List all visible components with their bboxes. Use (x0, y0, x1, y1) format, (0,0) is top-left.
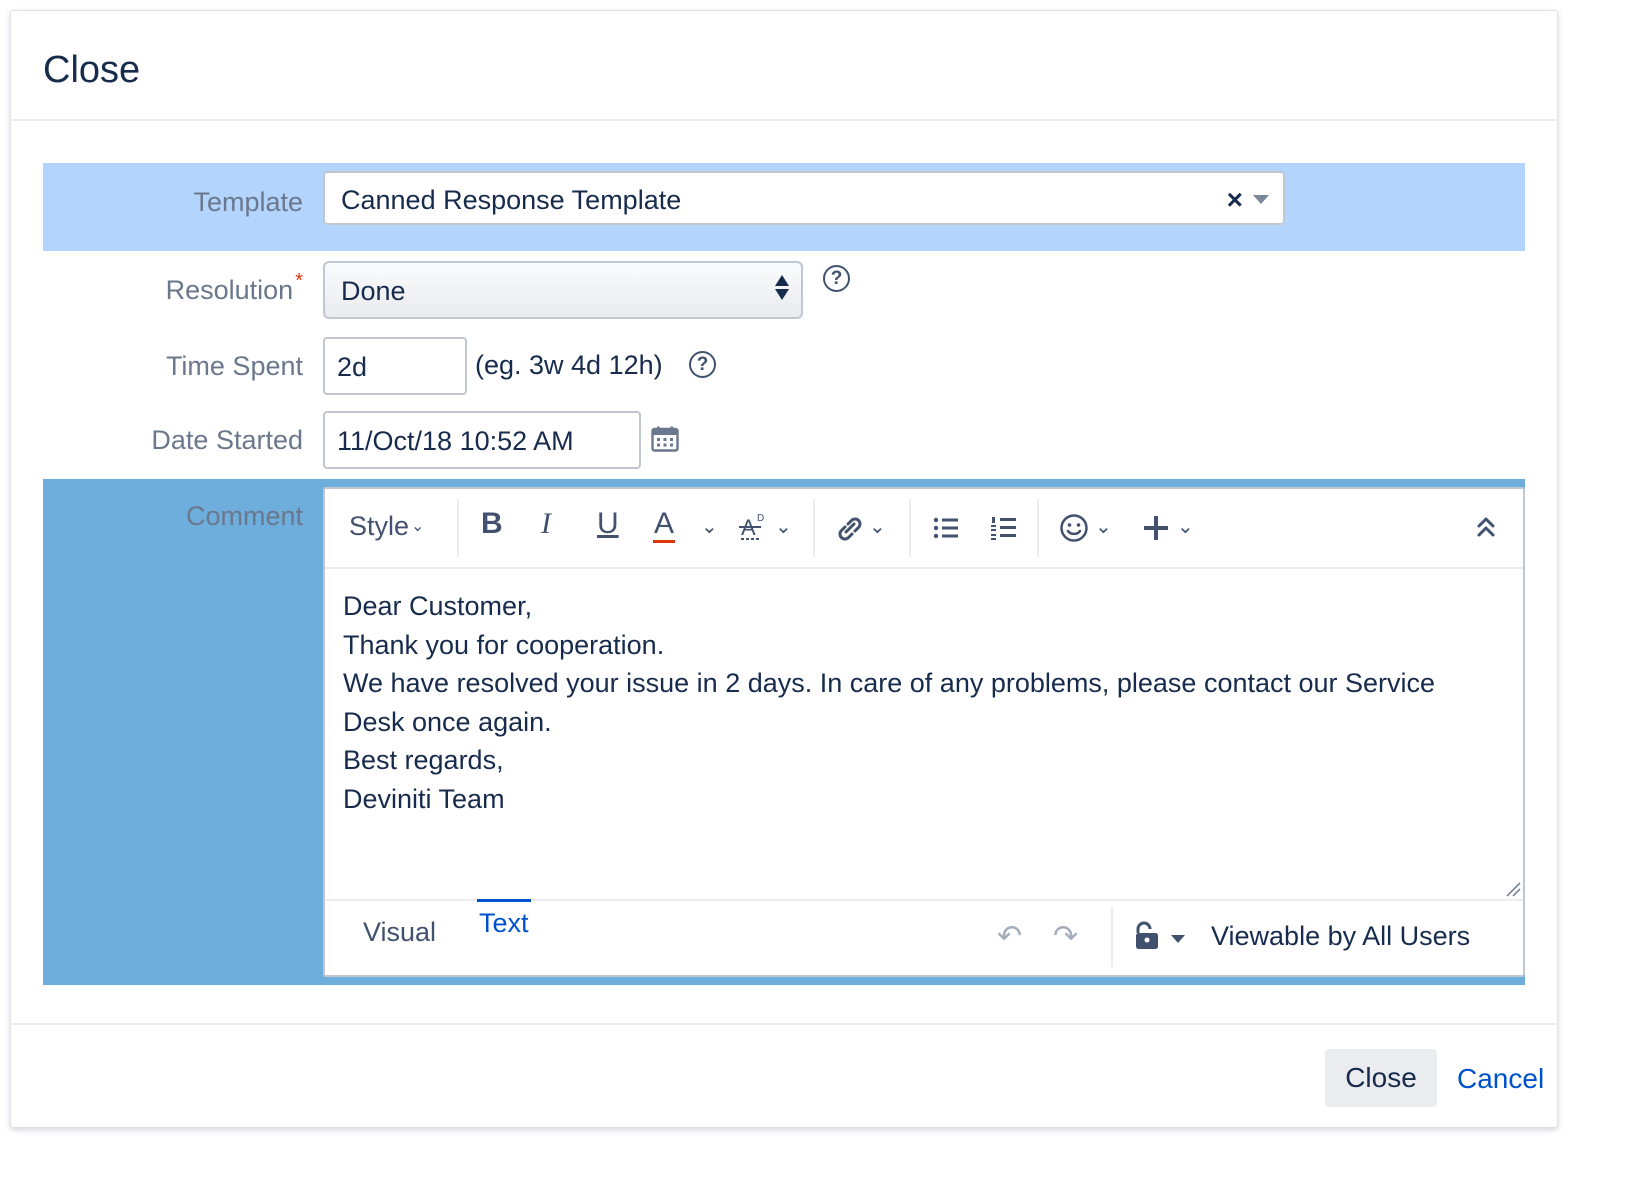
resolution-select[interactable]: Done (323, 261, 803, 319)
editor-toolbar: Style ⌄ B I U A ⌄ A D ⌄ ⌄ ⌄ ⌄ (325, 489, 1523, 569)
comment-label: Comment (185, 501, 303, 531)
date-started-row: Date Started 11/Oct/18 10:52 AM (43, 411, 1525, 471)
template-label: Template (193, 187, 303, 217)
comment-textarea[interactable]: Dear Customer, Thank you for cooperation… (343, 587, 1503, 818)
time-spent-hint: (eg. 3w 4d 12h) (475, 350, 663, 380)
text-color-button[interactable]: A (653, 507, 676, 543)
close-dialog: Close Template Canned Response Template … (10, 10, 1558, 1128)
link-icon[interactable] (835, 515, 865, 543)
emoji-icon[interactable] (1059, 513, 1089, 543)
visibility-label[interactable]: Viewable by All Users (1211, 921, 1470, 952)
comment-editor: Style ⌄ B I U A ⌄ A D ⌄ ⌄ ⌄ ⌄ Dear Custo… (323, 487, 1525, 977)
template-row: Template Canned Response Template × (43, 163, 1525, 251)
time-spent-label: Time Spent (165, 351, 303, 381)
comment-line: Best regards, (343, 745, 504, 775)
date-started-label: Date Started (151, 425, 303, 455)
chevron-down-icon: ⌄ (869, 516, 886, 538)
toolbar-separator (813, 499, 815, 557)
comment-line: Thank you for cooperation. (343, 629, 665, 660)
calendar-icon[interactable] (651, 426, 679, 452)
collapse-toolbar-icon[interactable] (1475, 515, 1497, 539)
dialog-title: Close (43, 49, 141, 91)
comment-line: We have resolved your issue in 2 days. I… (343, 668, 1436, 698)
italic-button[interactable]: I (541, 507, 551, 541)
select-stepper-icon (775, 275, 791, 300)
tab-visual[interactable]: Visual (363, 911, 436, 948)
bullet-list-icon[interactable] (933, 517, 959, 539)
toolbar-separator (457, 499, 459, 557)
chevron-down-icon: ⌄ (1095, 516, 1112, 538)
undo-icon[interactable]: ↶ (997, 919, 1022, 954)
svg-text:D: D (757, 513, 764, 524)
text-color-icon: A (653, 507, 676, 543)
footer-separator (1111, 907, 1113, 967)
resize-handle-icon[interactable] (1505, 881, 1521, 897)
close-button[interactable]: Close (1325, 1049, 1437, 1107)
time-spent-help-icon[interactable]: ? (689, 351, 716, 378)
time-spent-row: Time Spent 2d (eg. 3w 4d 12h) ? (43, 337, 1525, 397)
dialog-header: Close (11, 11, 1557, 121)
comment-line: Dear Customer, (343, 591, 533, 621)
toolbar-separator (1037, 499, 1039, 557)
unlock-icon[interactable] (1133, 921, 1161, 951)
editor-footer: Visual Text ↶ ↷ Viewable by All Users (325, 899, 1523, 977)
resolution-row: Resolution * Done ? (43, 261, 1525, 323)
chevron-down-icon: ⌄ (701, 516, 718, 538)
emoji-dropdown[interactable]: ⌄ (1093, 511, 1112, 545)
dropdown-arrow-icon[interactable] (1253, 195, 1269, 204)
comment-line: Desk once again. (343, 706, 552, 737)
plus-icon[interactable] (1143, 515, 1169, 541)
redo-icon[interactable]: ↷ (1053, 919, 1078, 954)
dialog-footer: Close Cancel (11, 1023, 1557, 1127)
more-formatting-dropdown[interactable]: ⌄ (773, 511, 792, 545)
chevron-down-icon: ⌄ (1177, 516, 1194, 538)
clear-icon[interactable]: × (1227, 184, 1243, 216)
style-dropdown[interactable]: Style ⌄ (349, 511, 424, 542)
resolution-label-text: Resolution (165, 275, 294, 305)
chevron-down-icon: ⌄ (775, 516, 792, 538)
toolbar-separator (909, 499, 911, 557)
underline-button[interactable]: U (597, 507, 619, 541)
style-label: Style (349, 511, 410, 541)
insert-more-dropdown[interactable]: ⌄ (1175, 511, 1194, 545)
template-select-value: Canned Response Template (341, 185, 682, 215)
template-select[interactable]: Canned Response Template × (323, 171, 1285, 225)
time-spent-input[interactable]: 2d (323, 337, 467, 395)
visibility-dropdown-icon[interactable] (1171, 935, 1185, 943)
tab-text[interactable]: Text (477, 899, 531, 939)
date-started-input[interactable]: 11/Oct/18 10:52 AM (323, 411, 641, 469)
bold-button[interactable]: B (481, 507, 503, 541)
cancel-link[interactable]: Cancel (1457, 1063, 1544, 1095)
more-formatting-icon[interactable]: A D (739, 511, 773, 541)
required-marker: * (295, 270, 303, 292)
resolution-help-icon[interactable]: ? (823, 265, 850, 292)
resolution-label: Resolution * (165, 270, 303, 306)
link-dropdown[interactable]: ⌄ (867, 511, 886, 545)
resolution-select-value: Done (341, 276, 406, 306)
comment-line: Deviniti Team (343, 783, 505, 814)
comment-row: Comment Style ⌄ B I U A ⌄ A D ⌄ ⌄ ⌄ ⌄ De… (43, 479, 1525, 985)
numbered-list-icon[interactable] (991, 515, 1017, 541)
text-color-dropdown[interactable]: ⌄ (699, 511, 718, 545)
chevron-down-icon: ⌄ (411, 518, 425, 535)
